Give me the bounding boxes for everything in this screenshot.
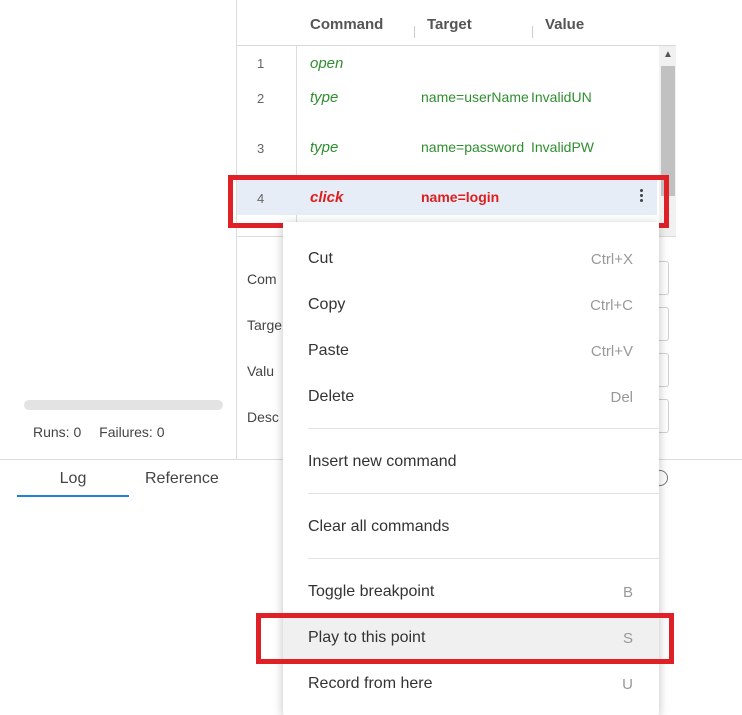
row-number: 3: [257, 141, 265, 156]
menu-item-label: Record from here: [308, 675, 433, 692]
description-field-label: Desc: [247, 409, 279, 425]
menu-item-shortcut: Del: [610, 389, 633, 406]
menu-item-label: Play to this point: [308, 629, 426, 646]
menu-item-shortcut: Ctrl+V: [590, 343, 633, 360]
column-header-target[interactable]: Target: [427, 16, 472, 33]
menu-item-label: Cut: [308, 250, 333, 267]
menu-item-record-from-here[interactable]: Record from here U: [283, 663, 659, 705]
tab-reference[interactable]: Reference: [145, 470, 219, 497]
column-separator: [532, 26, 533, 38]
menu-item-paste[interactable]: Paste Ctrl+V: [283, 330, 659, 372]
context-menu: Cut Ctrl+X Copy Ctrl+C Paste Ctrl+V Dele…: [283, 222, 659, 715]
row-value: InvalidUN: [531, 89, 592, 105]
row-value: InvalidPW: [531, 139, 595, 155]
menu-item-copy[interactable]: Copy Ctrl+C: [283, 284, 659, 326]
target-field-label: Targe: [247, 317, 283, 333]
row-number: 2: [257, 91, 265, 106]
menu-item-cut[interactable]: Cut Ctrl+X: [283, 238, 659, 280]
menu-separator: [308, 428, 659, 429]
menu-item-label: Paste: [308, 342, 349, 359]
menu-item-play-to-this-point[interactable]: Play to this point S: [283, 617, 659, 659]
menu-separator: [308, 493, 659, 494]
menu-item-clear-all-commands[interactable]: Clear all commands: [283, 506, 659, 548]
table-row-selected[interactable]: 4 click name=login: [237, 180, 657, 215]
menu-item-shortcut: Ctrl+C: [590, 297, 633, 314]
menu-item-shortcut: S: [622, 630, 633, 647]
scroll-thumb[interactable]: [661, 66, 675, 196]
row-number: 1: [257, 56, 265, 71]
runs-stats: Runs: 0 Failures: 0: [33, 424, 179, 440]
table-header: Command Target Value: [237, 0, 676, 46]
runs-count: Runs: 0: [33, 424, 82, 440]
menu-item-label: Toggle breakpoint: [308, 583, 435, 600]
table-row[interactable]: 2 type name=userName InvalidUN: [237, 80, 657, 130]
failures-count: Failures: 0: [99, 424, 165, 440]
menu-item-label: Insert new command: [308, 453, 457, 470]
tab-log[interactable]: Log: [17, 470, 129, 497]
table-scrollbar[interactable]: ▲: [659, 46, 676, 236]
row-target: name=userName: [421, 89, 529, 105]
menu-separator: [308, 558, 659, 559]
menu-item-label: Delete: [308, 388, 355, 405]
more-options-icon[interactable]: [640, 189, 644, 205]
menu-item-label: Clear all commands: [308, 518, 450, 535]
scroll-up-arrow-icon[interactable]: ▲: [659, 48, 676, 62]
row-target: name=password: [421, 139, 525, 155]
column-separator: [414, 26, 415, 38]
value-field-label: Valu: [247, 363, 274, 379]
menu-item-shortcut: Ctrl+X: [590, 251, 633, 268]
row-command: open: [310, 55, 344, 72]
row-command: type: [310, 89, 339, 106]
menu-item-shortcut: U: [622, 676, 633, 693]
row-target: name=login: [421, 189, 500, 205]
command-table: Command Target Value 1 open 2 type name=…: [236, 0, 676, 236]
table-row[interactable]: 3 type name=password InvalidPW: [237, 130, 657, 178]
row-number: 4: [257, 191, 265, 206]
menu-item-insert-new-command[interactable]: Insert new command: [283, 441, 659, 483]
command-field-label: Com: [247, 271, 277, 287]
menu-item-label: Copy: [308, 296, 346, 313]
menu-item-toggle-breakpoint[interactable]: Toggle breakpoint B: [283, 571, 659, 613]
column-header-command[interactable]: Command: [310, 16, 383, 33]
menu-item-delete[interactable]: Delete Del: [283, 376, 659, 418]
table-row[interactable]: 1 open: [237, 46, 657, 80]
menu-item-shortcut: B: [622, 584, 633, 601]
row-command: type: [310, 139, 339, 156]
row-command: click: [310, 189, 344, 206]
column-header-value[interactable]: Value: [545, 16, 584, 33]
runs-progress-bar: [24, 400, 223, 410]
